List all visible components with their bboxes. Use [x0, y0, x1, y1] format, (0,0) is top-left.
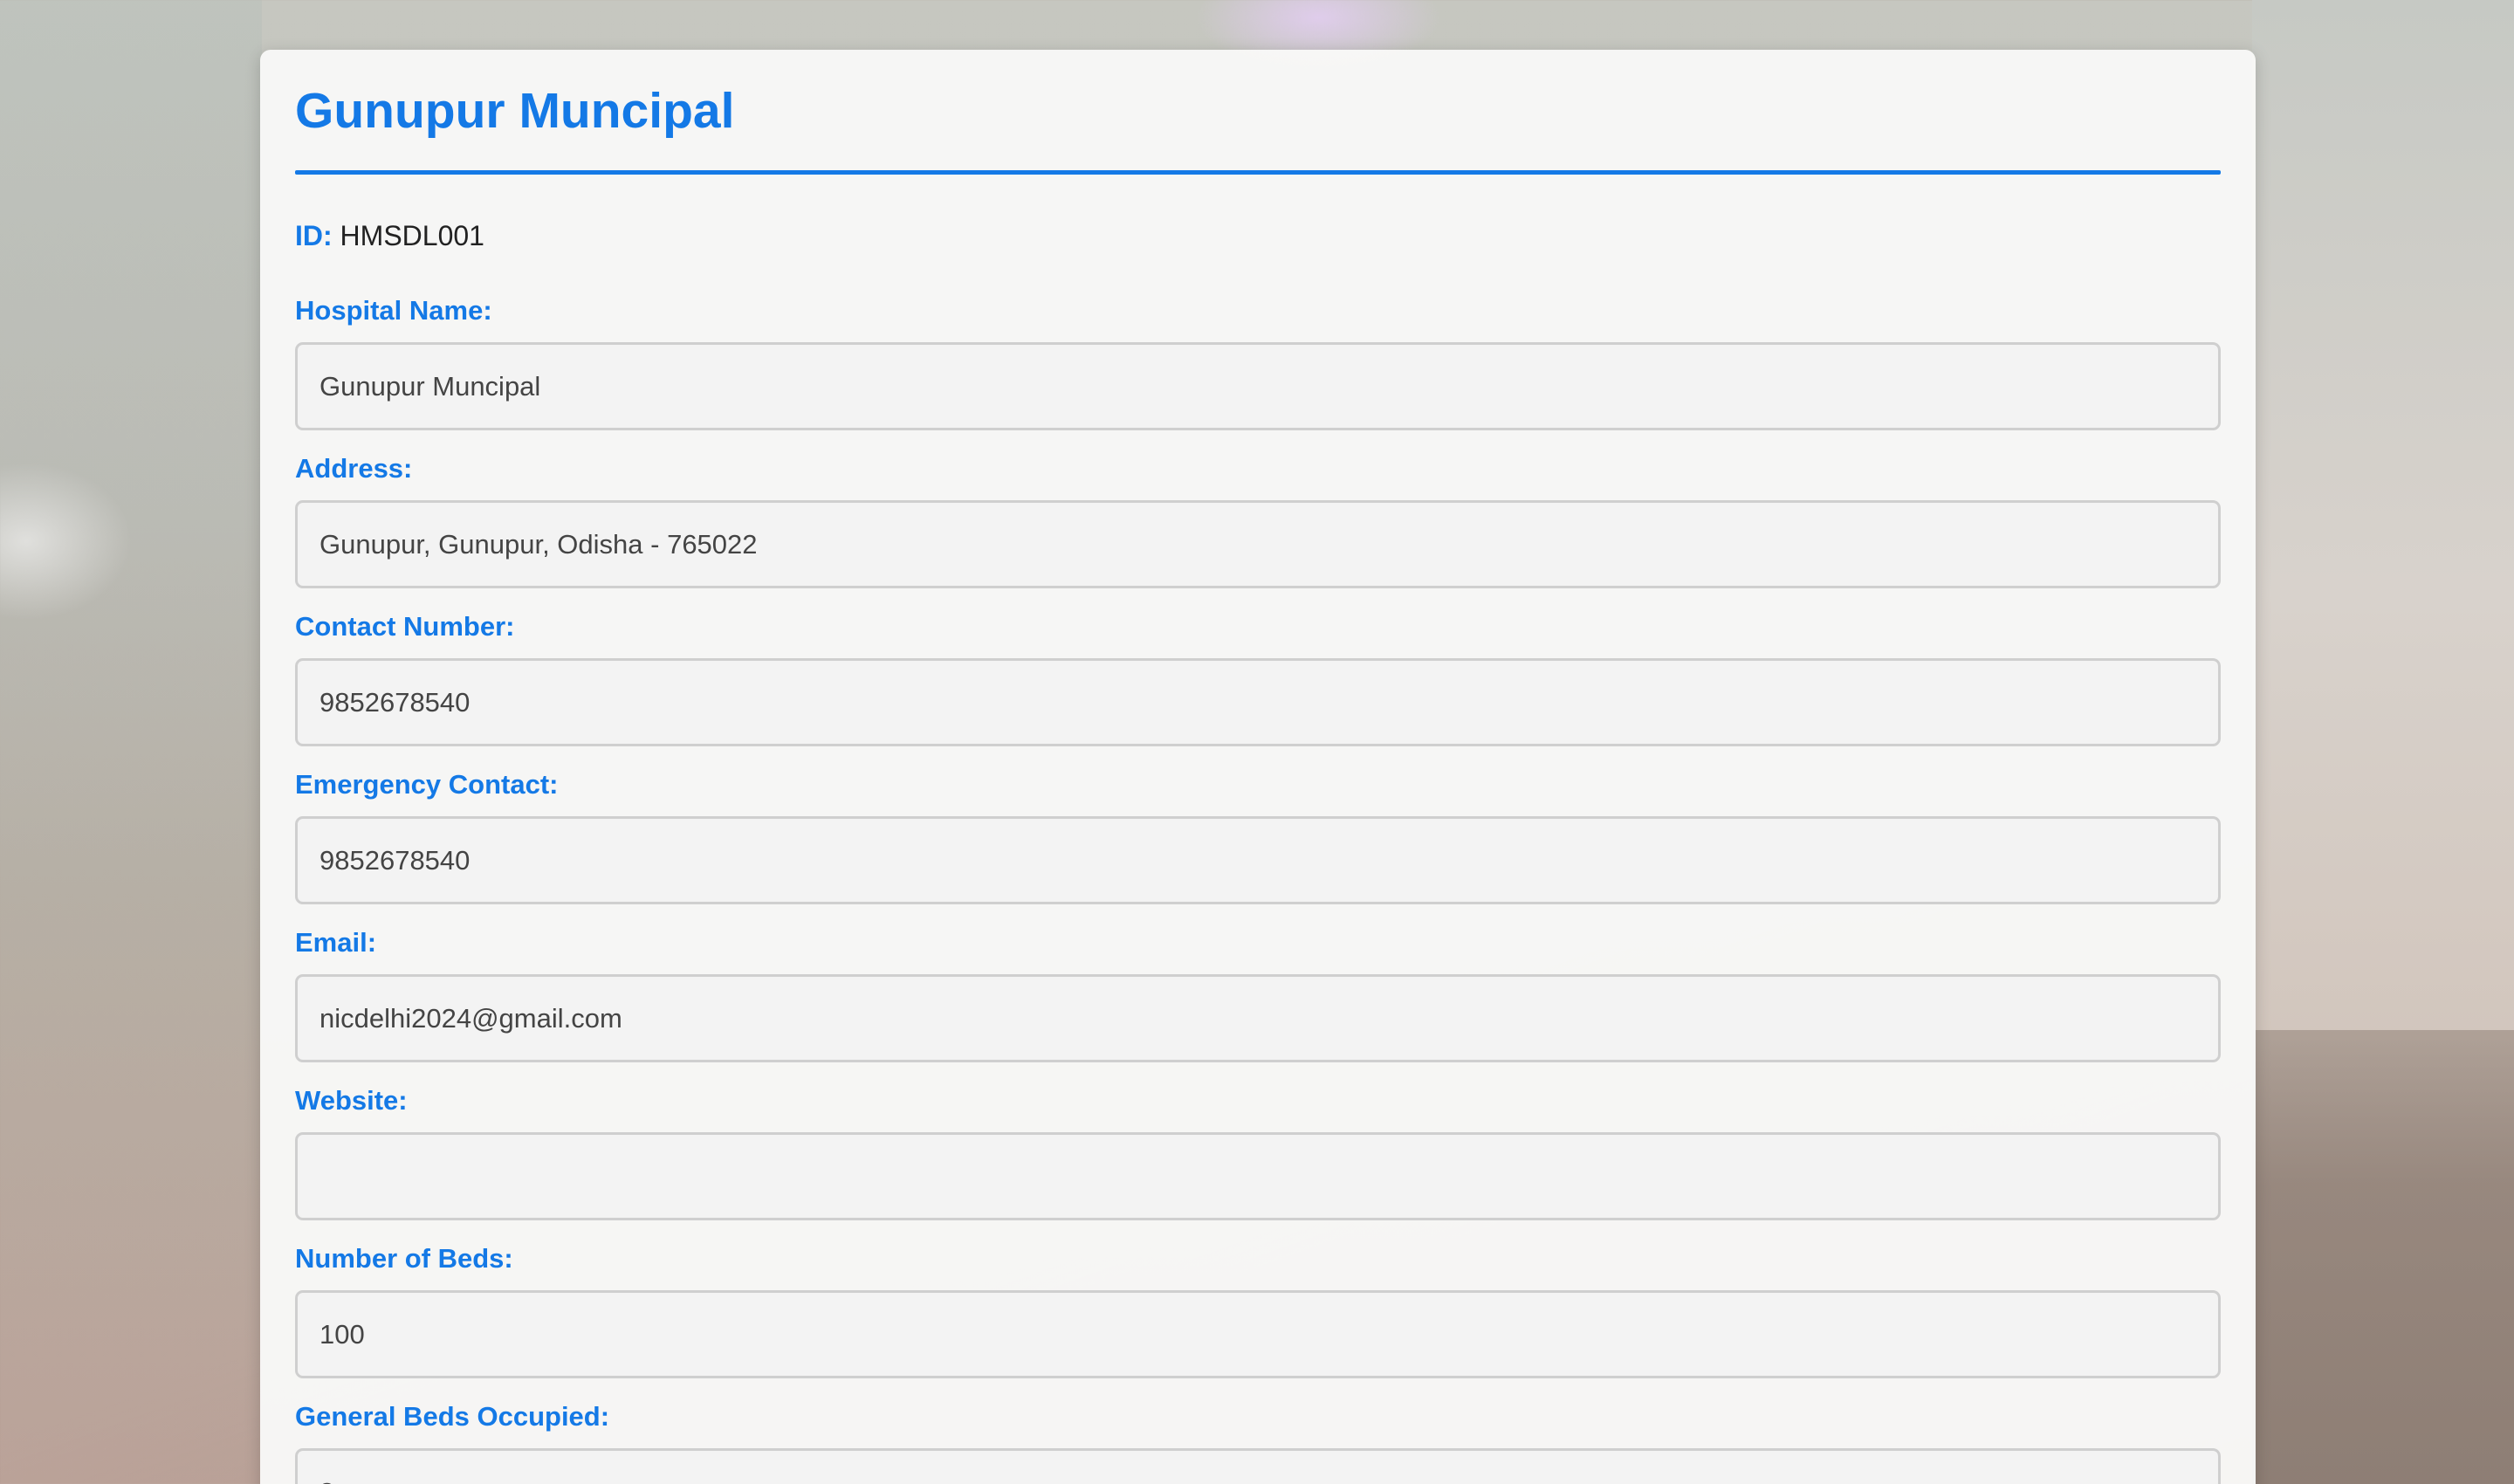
address-label: Address:	[295, 453, 413, 484]
contact-number-input[interactable]	[295, 658, 2221, 746]
email-label: Email:	[295, 927, 377, 958]
hospital-name-field: Hospital Name:	[295, 295, 2221, 430]
id-value: HMSDL001	[340, 220, 484, 251]
hospital-name-label: Hospital Name:	[295, 295, 492, 326]
address-input[interactable]	[295, 500, 2221, 588]
hospital-id-line: ID: HMSDL001	[295, 218, 2221, 253]
number-of-beds-input[interactable]	[295, 1290, 2221, 1378]
email-field: Email:	[295, 927, 2221, 1062]
email-input[interactable]	[295, 974, 2221, 1062]
id-label: ID:	[295, 220, 333, 251]
emergency-contact-input[interactable]	[295, 816, 2221, 904]
website-input[interactable]	[295, 1132, 2221, 1220]
title-divider	[295, 170, 2221, 175]
number-of-beds-field: Number of Beds:	[295, 1243, 2221, 1378]
contact-number-field: Contact Number:	[295, 611, 2221, 746]
emergency-contact-label: Emergency Contact:	[295, 769, 559, 800]
contact-number-label: Contact Number:	[295, 611, 515, 642]
background-right-band	[2252, 1030, 2514, 1484]
emergency-contact-field: Emergency Contact:	[295, 769, 2221, 904]
hospital-details-card: Gunupur Muncipal ID: HMSDL001 Hospital N…	[260, 50, 2256, 1484]
page-title: Gunupur Muncipal	[295, 83, 735, 139]
address-field: Address:	[295, 453, 2221, 588]
hospital-form: Hospital Name: Address: Contact Number: …	[295, 295, 2221, 1484]
general-beds-occupied-label: General Beds Occupied:	[295, 1401, 610, 1432]
number-of-beds-label: Number of Beds:	[295, 1243, 513, 1274]
background-left	[0, 0, 262, 1484]
website-label: Website:	[295, 1085, 408, 1116]
hospital-name-input[interactable]	[295, 342, 2221, 430]
website-field: Website:	[295, 1085, 2221, 1220]
general-beds-occupied-field: General Beds Occupied:	[295, 1401, 2221, 1484]
general-beds-occupied-input[interactable]	[295, 1448, 2221, 1484]
